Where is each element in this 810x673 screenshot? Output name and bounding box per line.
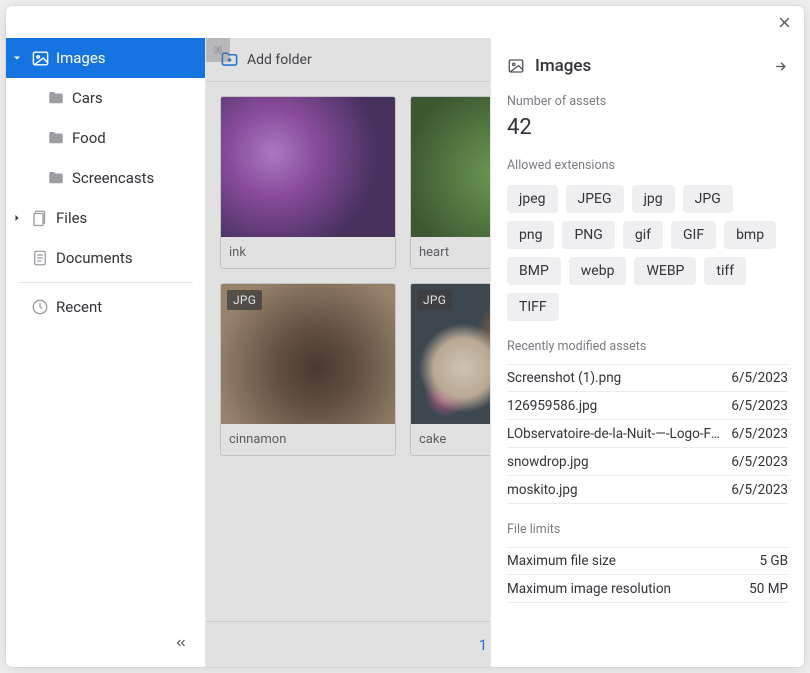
chevron-icon: [10, 211, 24, 225]
extension-chip: bmp: [724, 221, 776, 249]
folder-icon: [46, 88, 66, 108]
close-icon: [777, 15, 792, 30]
extension-chip: tiff: [704, 257, 746, 285]
recent-row[interactable]: 126959586.jpg 6/5/2023: [507, 392, 788, 420]
extension-chip: BMP: [507, 257, 561, 285]
panel-open-button[interactable]: [773, 59, 788, 74]
sidebar-collapse-button[interactable]: [167, 629, 195, 657]
close-button[interactable]: [770, 8, 798, 36]
sidebar-item-label: Documents: [56, 249, 133, 267]
recent-row[interactable]: moskito.jpg 6/5/2023: [507, 476, 788, 504]
extension-chip: JPEG: [566, 185, 624, 213]
recent-date: 6/5/2023: [731, 454, 788, 470]
extensions-label: Allowed extensions: [507, 158, 788, 173]
image-folder-icon: [507, 57, 525, 75]
file-type-badge: JPG: [417, 290, 452, 310]
recent-name: Screenshot (1).png: [507, 370, 723, 386]
image-folder-icon: [30, 48, 50, 68]
document-icon: [30, 248, 50, 268]
recent-row[interactable]: snowdrop.jpg 6/5/2023: [507, 448, 788, 476]
modal-topbar: [6, 6, 804, 38]
files-icon: [30, 208, 50, 228]
file-type-badge: JPG: [227, 290, 262, 310]
sidebar-item-recent[interactable]: .Recent: [6, 287, 205, 327]
limit-value: 5 GB: [759, 553, 788, 569]
extension-chip: jpg: [632, 185, 675, 213]
info-panel: Images Number of assets 42 Allowed exten…: [490, 38, 804, 667]
extensions-chips: jpeg JPEG jpg JPG png PNG gif GIF bmp BMP webpWEBP…: [507, 185, 788, 321]
sidebar-item-label: Food: [72, 129, 106, 147]
recent-name: snowdrop.jpg: [507, 454, 723, 470]
extension-chip: PNG: [562, 221, 614, 249]
sidebar-item-cars[interactable]: Cars: [6, 78, 205, 118]
pager-current: 1: [479, 636, 487, 654]
limits-list: Maximum file size5 GBMaximum image resol…: [507, 547, 788, 603]
limit-label: Maximum image resolution: [507, 581, 749, 597]
recent-row[interactable]: LObservatoire-de-la-Nuit-—-Logo-Fo... 6/5…: [507, 420, 788, 448]
recent-list: Screenshot (1).png 6/5/2023 126959586.jpg 6…: [507, 364, 788, 504]
folder-icon: [46, 128, 66, 148]
recent-row[interactable]: Screenshot (1).png 6/5/2023: [507, 364, 788, 392]
limit-label: Maximum file size: [507, 553, 759, 569]
sidebar-item-label: Recent: [56, 298, 102, 316]
limit-row: Maximum file size5 GB: [507, 547, 788, 575]
chevron-double-left-icon: [174, 636, 188, 650]
asset-thumbnail: [221, 97, 395, 237]
sidebar-item-food[interactable]: Food: [6, 118, 205, 158]
chevron-icon: [10, 51, 24, 65]
asset-card[interactable]: JPG cinnamon: [220, 283, 396, 456]
recent-label: Recently modified assets: [507, 339, 788, 354]
media-library-modal: Images Cars Food Screencasts Files .Documents…: [6, 6, 804, 667]
sidebar: Images Cars Food Screencasts Files .Documents…: [6, 38, 206, 667]
sidebar-item-label: Images: [56, 49, 106, 67]
recent-name: LObservatoire-de-la-Nuit-—-Logo-Fo...: [507, 426, 723, 442]
sidebar-item-label: Files: [56, 209, 87, 227]
add-folder-button[interactable]: Add folder: [247, 52, 312, 68]
extension-chip: jpeg: [507, 185, 558, 213]
asset-thumbnail: JPG: [221, 284, 395, 424]
recent-name: moskito.jpg: [507, 482, 723, 498]
extension-chip: gif: [623, 221, 663, 249]
arrow-right-icon: [773, 59, 788, 74]
asset-name: ink: [221, 237, 395, 268]
limit-row: Maximum image resolution50 MP: [507, 575, 788, 603]
extension-chip: webp: [569, 257, 627, 285]
add-folder-icon: [220, 50, 239, 69]
limit-value: 50 MP: [749, 581, 788, 597]
extension-chip: JPG: [683, 185, 733, 213]
sidebar-item-label: Cars: [72, 89, 103, 107]
asset-card[interactable]: ink: [220, 96, 396, 269]
recent-date: 6/5/2023: [731, 370, 788, 386]
recent-date: 6/5/2023: [731, 398, 788, 414]
recent-icon: [30, 297, 50, 317]
limits-label: File limits: [507, 522, 788, 537]
assets-count-value: 42: [507, 115, 788, 140]
recent-date: 6/5/2023: [731, 482, 788, 498]
sidebar-item-images[interactable]: Images: [6, 38, 205, 78]
folder-icon: [46, 168, 66, 188]
main-content: Add folder inkheartJPGflowersJPGcinnamon…: [206, 38, 804, 667]
recent-name: 126959586.jpg: [507, 398, 723, 414]
sidebar-item-screencasts[interactable]: Screencasts: [6, 158, 205, 198]
assets-count-label: Number of assets: [507, 94, 788, 109]
sidebar-item-files[interactable]: Files: [6, 198, 205, 238]
sidebar-item-label: Screencasts: [72, 169, 154, 187]
asset-name: cinnamon: [221, 424, 395, 455]
sidebar-item-documents[interactable]: .Documents: [6, 238, 205, 278]
extension-chip: TIFF: [507, 293, 559, 321]
extension-chip: WEBP: [634, 257, 696, 285]
extension-chip: GIF: [671, 221, 716, 249]
recent-date: 6/5/2023: [731, 426, 788, 442]
panel-title: Images: [535, 56, 763, 76]
extension-chip: png: [507, 221, 554, 249]
